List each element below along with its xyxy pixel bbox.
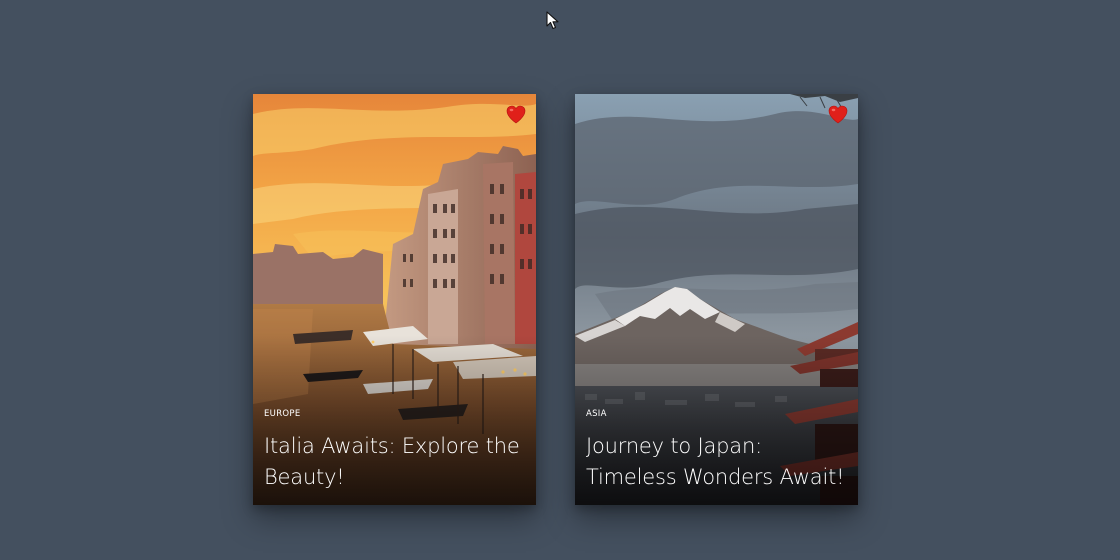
card-category: ASIA	[586, 409, 607, 419]
heart-icon[interactable]	[828, 105, 848, 124]
card-category: EUROPE	[264, 409, 301, 419]
destination-card-asia[interactable]: ASIA Journey to Japan: Timeless Wonders …	[575, 94, 858, 505]
card-text: ASIA Journey to Japan: Timeless Wonders …	[586, 409, 846, 493]
destination-card-europe[interactable]: EUROPE Italia Awaits: Explore the Beauty…	[253, 94, 536, 505]
heart-icon[interactable]	[506, 105, 526, 124]
card-title[interactable]: Journey to Japan: Timeless Wonders Await…	[586, 431, 846, 493]
mouse-pointer-icon	[546, 11, 559, 30]
card-title[interactable]: Italia Awaits: Explore the Beauty!	[264, 431, 524, 493]
page-background: EUROPE Italia Awaits: Explore the Beauty…	[0, 0, 1120, 560]
card-text: EUROPE Italia Awaits: Explore the Beauty…	[264, 409, 524, 493]
